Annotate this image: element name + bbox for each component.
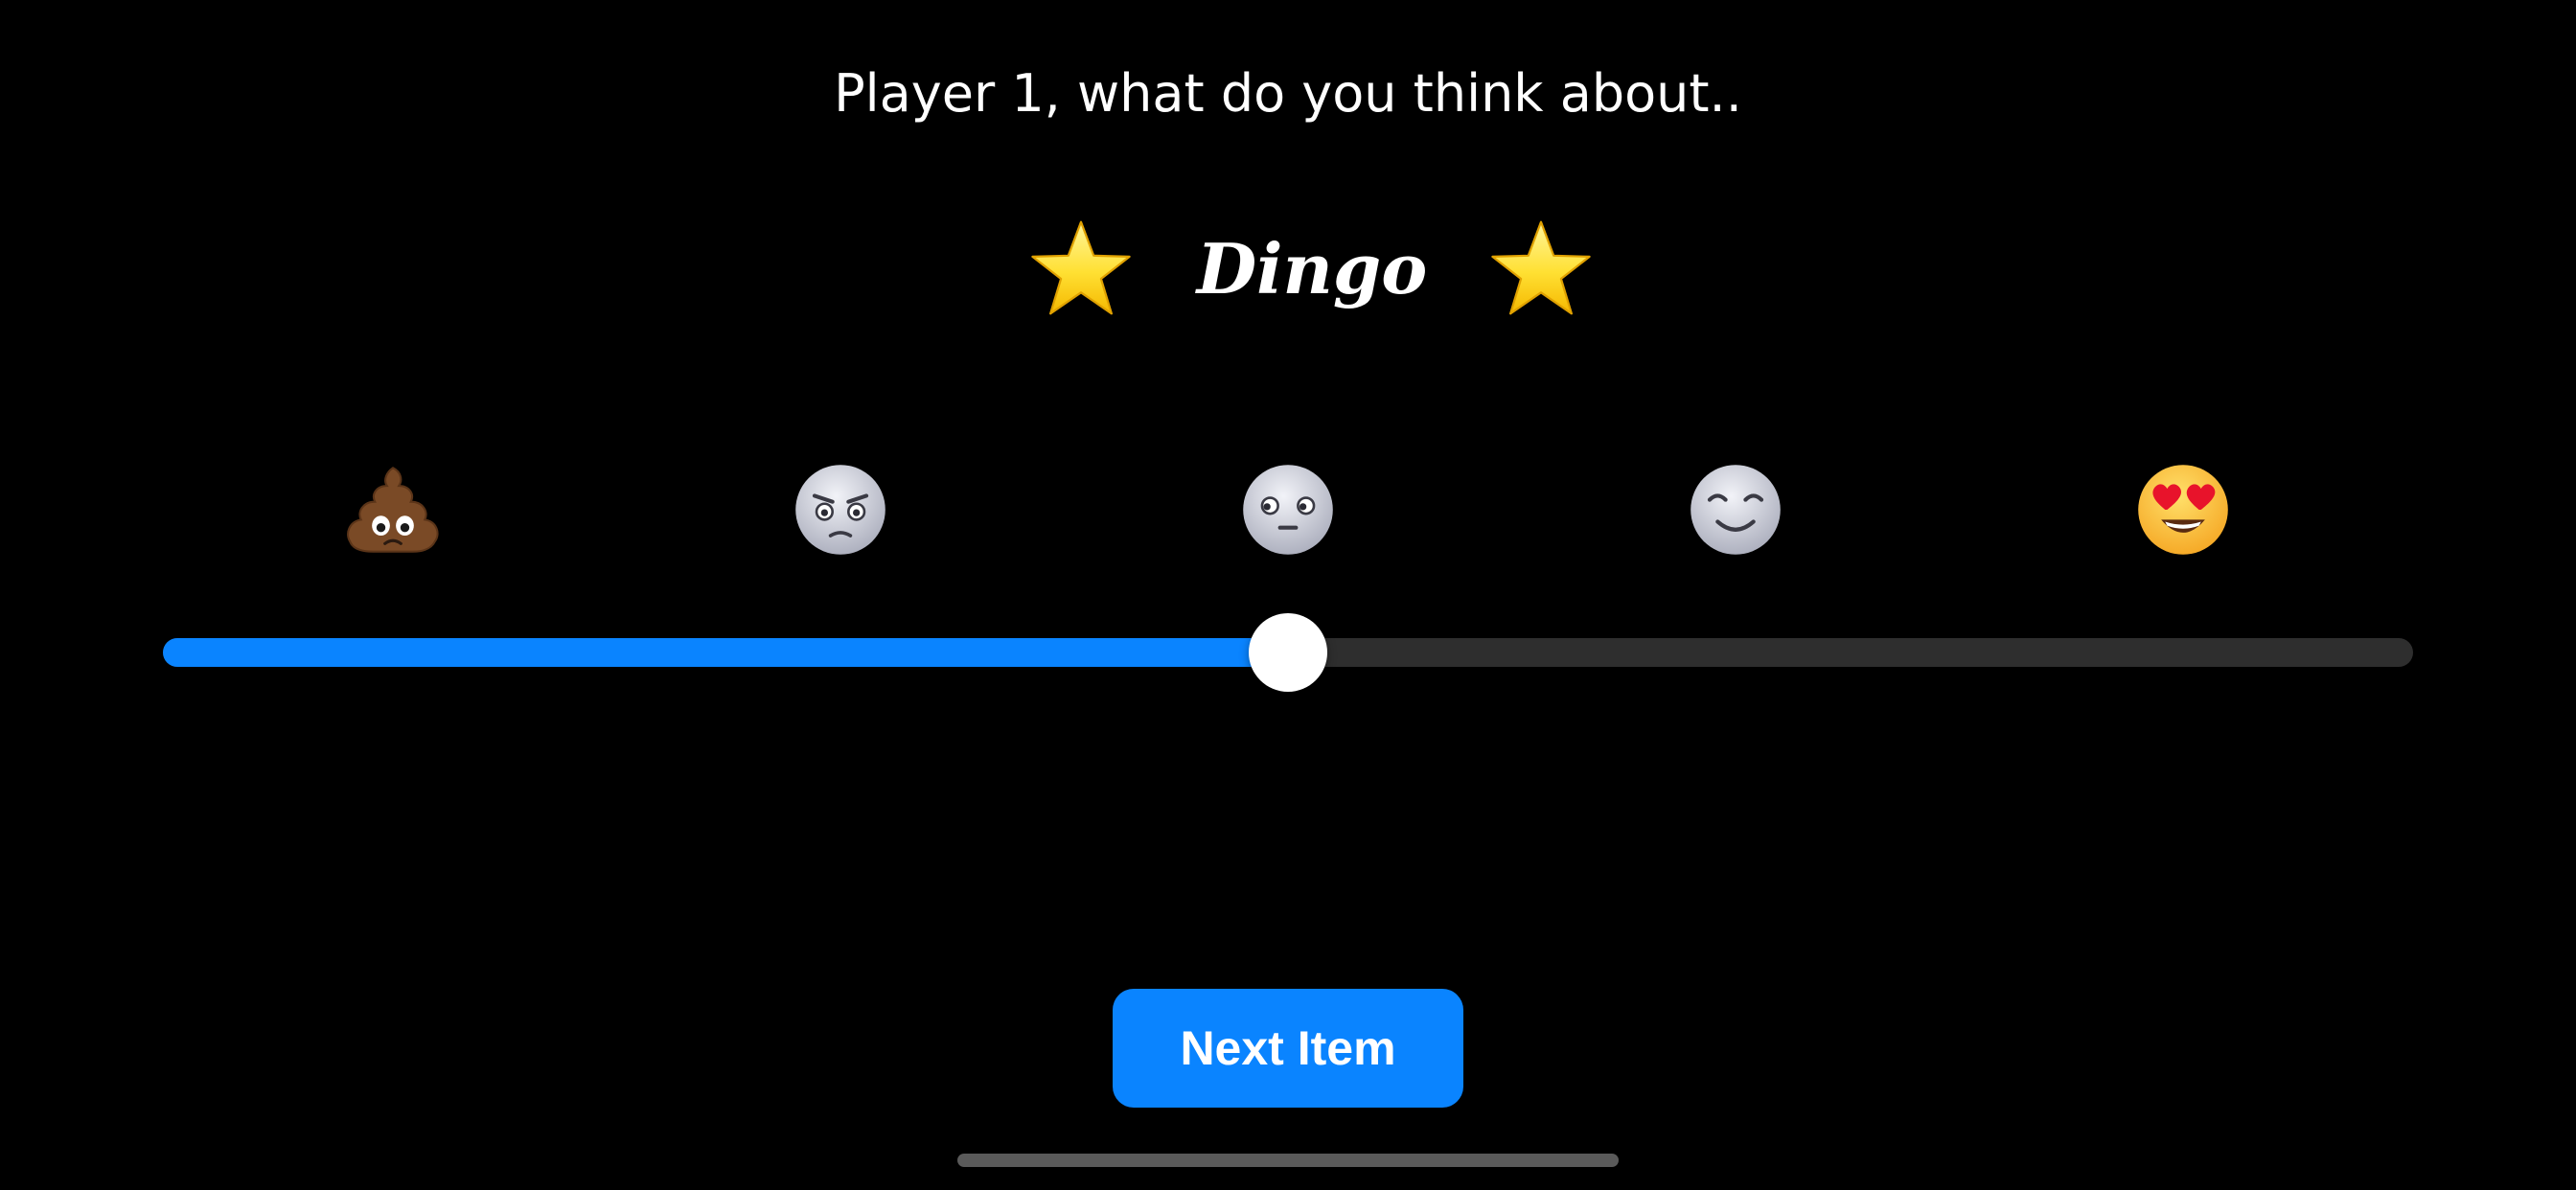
smiling-face-icon — [1690, 465, 1781, 555]
next-item-button[interactable]: Next Item — [1113, 989, 1463, 1108]
item-header: Dingo — [0, 216, 2576, 321]
star-icon — [1031, 220, 1131, 315]
slider-fill — [163, 638, 1288, 667]
item-name: Dingo — [1196, 228, 1428, 309]
rating-slider[interactable] — [163, 613, 2413, 692]
angry-face-icon — [795, 465, 886, 555]
pile-of-poo-icon — [347, 467, 439, 553]
rating-faces — [0, 460, 2576, 565]
home-indicator — [957, 1154, 1619, 1167]
star-icon — [1491, 220, 1591, 315]
slider-thumb[interactable] — [1249, 613, 1327, 692]
neutral-face-icon — [1243, 465, 1333, 555]
heart-eyes-face-icon — [2138, 465, 2228, 555]
prompt-text: Player 1, what do you think about.. — [834, 63, 1742, 124]
